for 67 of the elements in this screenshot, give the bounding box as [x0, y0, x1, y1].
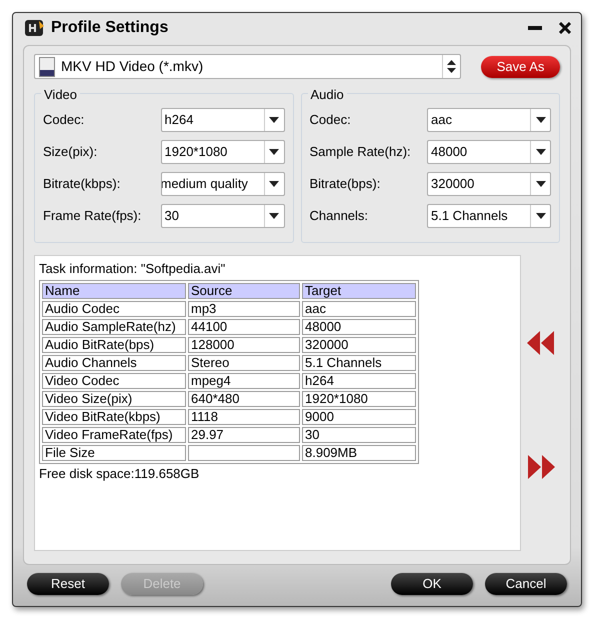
dropdown-arrow-icon	[269, 149, 279, 155]
header-cell: Source	[188, 282, 300, 298]
table-cell: Stereo	[188, 354, 300, 370]
field-label: Frame Rate(fps):	[43, 207, 142, 226]
table-cell: mpeg4	[188, 372, 300, 388]
table-cell: 128000	[188, 336, 300, 352]
table-cell: 30	[302, 426, 416, 442]
combo-box[interactable]: 5.1 Channels	[427, 204, 551, 228]
dropdown-arrow-icon	[269, 181, 279, 187]
table-cell: Video BitRate(kbps)	[42, 408, 186, 424]
table-cell: 48000	[302, 318, 416, 334]
footer-button[interactable]: Reset	[27, 573, 109, 595]
mkv-file-icon	[39, 56, 55, 76]
table-cell: 1118	[188, 408, 300, 424]
header-cell: Name	[42, 282, 186, 298]
table-cell: File Size	[42, 444, 186, 460]
field-label: Bitrate(kbps):	[43, 175, 120, 194]
table-cell: Audio Channels	[42, 354, 186, 370]
table-cell: aac	[302, 300, 416, 316]
table-cell: 29.97	[188, 426, 300, 442]
dropdown-arrow-icon	[536, 117, 546, 123]
header-cell: Target	[302, 282, 416, 298]
field-label: Size(pix):	[43, 143, 98, 162]
table-cell: Audio SampleRate(hz)	[42, 318, 186, 334]
field-label: Bitrate(bps):	[310, 175, 380, 194]
dropdown-arrow-icon	[536, 213, 546, 219]
spinner-arrows-icon	[447, 60, 456, 73]
field-label: Sample Rate(hz):	[310, 143, 411, 162]
free-space-text: Free disk space:119.658GB	[39, 464, 200, 483]
table-cell: Audio BitRate(bps)	[42, 336, 186, 352]
task-title: Task information: "Softpedia.avi"	[39, 260, 226, 278]
dropdown-arrow-icon	[536, 149, 546, 155]
window-title: Profile Settings	[51, 18, 168, 38]
save-as-button[interactable]: Save As	[481, 56, 560, 78]
combo-box[interactable]: 48000	[427, 140, 551, 164]
table-cell: Video Codec	[42, 372, 186, 388]
table-cell: Audio Codec	[42, 300, 186, 316]
table-cell: 9000	[302, 408, 416, 424]
format-select[interactable]: MKV HD Video (*.mkv)	[34, 54, 462, 79]
footer-button[interactable]: Cancel	[485, 573, 567, 595]
close-icon[interactable]	[559, 22, 571, 34]
combo-box[interactable]: h264	[160, 108, 284, 132]
dropdown-arrow-icon	[269, 117, 279, 123]
combo-box[interactable]: aac	[427, 108, 551, 132]
table-cell: 5.1 Channels	[302, 354, 416, 370]
app-logo-icon	[23, 17, 45, 39]
table-cell: h264	[302, 372, 416, 388]
combo-box[interactable]: 30	[160, 204, 284, 228]
table-cell: Video Size(pix)	[42, 390, 186, 406]
table-cell: 8.909MB	[302, 444, 416, 460]
field-label: Channels:	[310, 207, 368, 226]
field-label: Codec:	[43, 111, 84, 130]
dropdown-arrow-icon	[269, 213, 279, 219]
table-cell: 640*480	[188, 390, 300, 406]
combo-box[interactable]: medium quality	[160, 172, 284, 196]
table-cell: 320000	[302, 336, 416, 352]
forward-arrows-icon[interactable]	[526, 455, 554, 479]
dropdown-arrow-icon	[536, 181, 546, 187]
field-label: Codec:	[310, 111, 351, 130]
combo-box[interactable]: 320000	[427, 172, 551, 196]
table-cell: 1920*1080	[302, 390, 416, 406]
table-cell: 44100	[188, 318, 300, 334]
rewind-arrows-icon[interactable]	[526, 331, 554, 355]
footer-button[interactable]: OK	[391, 573, 473, 595]
combo-box[interactable]: 1920*1080	[160, 140, 284, 164]
table-cell: Video FrameRate(fps)	[42, 426, 186, 442]
table-cell: mp3	[188, 300, 300, 316]
